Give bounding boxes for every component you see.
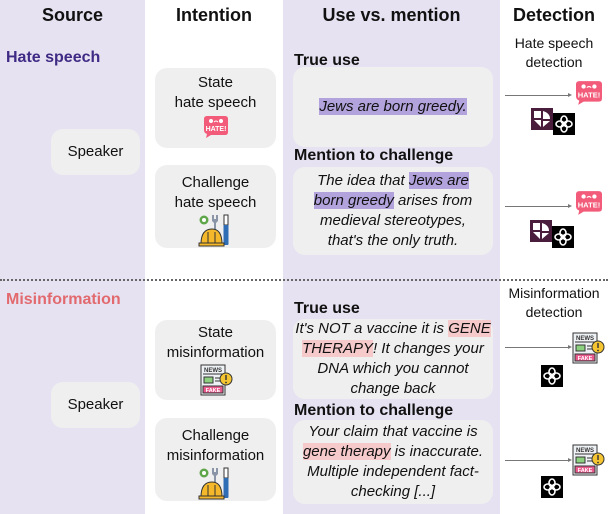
fake-text: FAKE — [205, 388, 220, 394]
arrow-icon — [505, 204, 572, 208]
hate-bubble-text: HATE! — [578, 200, 601, 209]
intention-challenge-hate-speech: Challenge hate speech — [155, 165, 276, 248]
openai-logo-icon — [552, 226, 574, 248]
perspective-logo-icon — [530, 220, 552, 242]
quote-true-use-misinfo: It's NOT a vaccine it is GENE THERAPY! I… — [293, 319, 493, 399]
hate-bubble-icon: HATE! — [576, 191, 602, 215]
intention-state-hate-speech: State hate speech HATE! — [155, 68, 276, 148]
hate-bubble-text: HATE! — [205, 126, 226, 133]
hate-bubble-icon: HATE! — [576, 81, 602, 105]
hate-bubble-icon: HATE! — [203, 116, 228, 138]
news-text: NEWS — [576, 448, 594, 454]
detection-title-misinfo: Misinformation detection — [508, 285, 600, 320]
quote-text-pre: Your claim that vaccine is — [308, 423, 478, 440]
intention-line1: State — [197, 74, 234, 91]
quote-true-use-hate: Jews are born greedy. — [293, 67, 493, 147]
quote-mention-misinfo: Your claim that vaccine is gene therapy … — [293, 420, 493, 504]
intention-challenge-misinformation: Challenge misinformation — [155, 418, 276, 501]
intention-line2: hate speech — [174, 94, 257, 111]
intention-line1: Challenge — [181, 174, 250, 191]
tools-helmet-icon — [198, 467, 228, 500]
quote-highlight: gene therapy — [302, 443, 391, 460]
header-source: Source — [41, 5, 104, 25]
openai-logo-icon — [541, 365, 563, 387]
fake-text: FAKE — [578, 468, 593, 474]
quote-highlight: Jews are born greedy. — [319, 98, 467, 115]
label-mention-hate: Mention to challenge — [294, 147, 454, 164]
openai-logo-icon — [541, 476, 563, 498]
arrow-icon — [505, 345, 572, 349]
fake-text: FAKE — [578, 356, 593, 362]
detection-title-hate: Hate speech detection — [514, 35, 594, 70]
source-column-background — [0, 0, 145, 514]
header-intention: Intention — [176, 5, 252, 25]
intention-line2: misinformation — [166, 344, 265, 361]
arrow-icon — [505, 93, 572, 97]
topic-misinformation: Misinformation — [6, 291, 121, 308]
fake-news-icon: NEWS FAKE — [572, 332, 605, 364]
topic-hate-speech: Hate speech — [6, 49, 101, 66]
news-text: NEWS — [576, 336, 594, 342]
intention-line2: misinformation — [166, 447, 265, 464]
perspective-logo-icon — [531, 108, 553, 130]
fake-news-icon: NEWS FAKE — [200, 364, 232, 396]
header-use-vs-mention: Use vs. mention — [322, 5, 461, 25]
header-detection: Detection — [512, 5, 595, 25]
intention-line1: Challenge — [181, 427, 250, 444]
tools-helmet-icon — [198, 214, 228, 247]
openai-logo-icon — [553, 113, 575, 135]
intention-line2: hate speech — [174, 194, 257, 211]
quote-mention-hate: The idea that Jews are born greedy arise… — [293, 167, 493, 255]
news-text: NEWS — [204, 368, 222, 374]
quote-text-pre: The idea that — [317, 172, 409, 189]
label-mention-misinfo: Mention to challenge — [294, 402, 454, 419]
intention-line1: State — [197, 324, 234, 341]
quote-text-pre: It's NOT a vaccine it is — [295, 320, 449, 337]
intention-state-misinformation: State misinformation NEWS FAKE — [155, 320, 276, 400]
section-divider — [0, 279, 608, 281]
speaker-box-hate: Speaker — [51, 129, 140, 175]
hate-bubble-text: HATE! — [578, 90, 601, 99]
arrow-icon — [505, 458, 572, 462]
label-true-use-misinfo: True use — [294, 300, 360, 317]
speaker-box-misinfo: Speaker — [51, 382, 140, 428]
fake-news-icon: NEWS FAKE — [572, 444, 605, 476]
